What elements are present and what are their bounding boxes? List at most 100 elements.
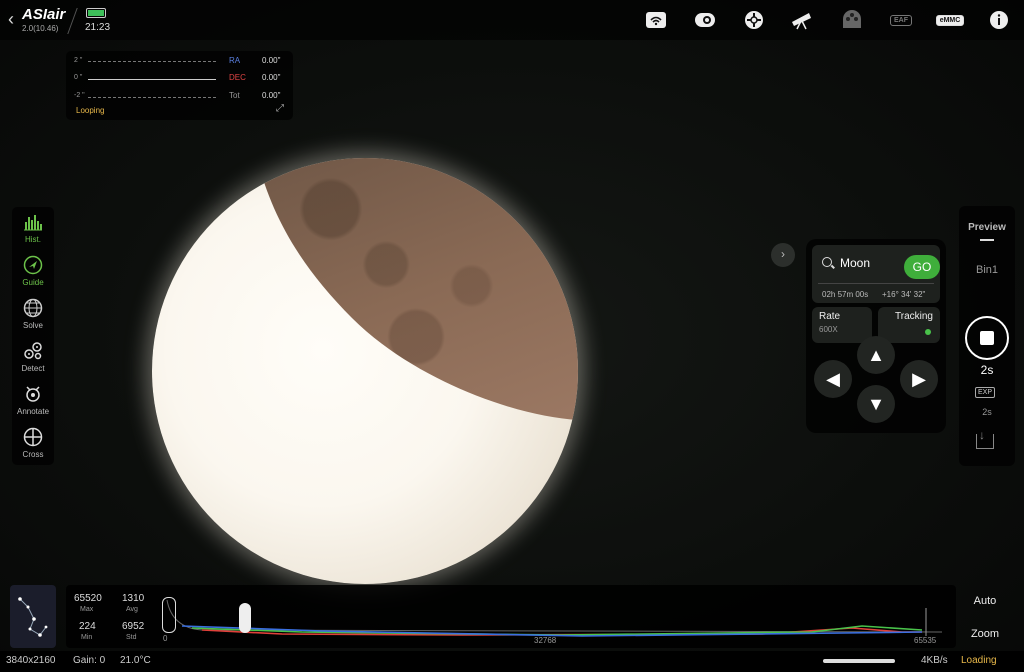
sky-atlas-button[interactable] <box>10 585 56 648</box>
tot-value: 0.00" <box>262 91 281 100</box>
sensor-temperature: 21.0°C <box>120 655 151 666</box>
download-icon[interactable] <box>976 428 994 449</box>
tool-label: Guide <box>22 278 44 287</box>
rate-value: 600X <box>819 325 838 334</box>
target-dec: +16° 34' 32" <box>882 290 926 299</box>
camera-icon[interactable] <box>694 10 716 30</box>
scale-mid: 0 " <box>74 74 83 81</box>
arrow-up-icon: ▲ <box>867 345 885 365</box>
tool-histogram[interactable]: Hist. <box>12 212 54 244</box>
exposure-icon[interactable]: EXP <box>975 387 996 398</box>
left-toolbar: Hist. Guide Solve Detect Annotate Cross <box>12 207 54 465</box>
tool-cross[interactable]: Cross <box>12 427 54 459</box>
mode-indicator <box>980 239 994 241</box>
mode-preview[interactable]: Preview <box>959 222 1015 233</box>
axis-mid: 32768 <box>534 636 557 645</box>
info-icon[interactable] <box>988 10 1010 30</box>
collapse-mount-panel-button[interactable]: › <box>771 243 795 267</box>
filter-wheel-icon[interactable] <box>840 10 864 30</box>
dec-label: DEC <box>229 73 246 82</box>
wifi-icon[interactable] <box>644 10 668 30</box>
arrow-down-icon: ▼ <box>867 394 885 414</box>
gain: Gain: 0 <box>73 655 106 666</box>
axis-high: 65535 <box>914 636 937 645</box>
chevron-right-icon: › <box>781 247 785 261</box>
search-icon <box>822 257 832 267</box>
histogram-icon <box>23 212 43 232</box>
detect-stars-icon <box>23 341 43 361</box>
tracking-status-dot <box>925 329 931 335</box>
max-label: Max <box>80 606 94 613</box>
dec-value: 0.00" <box>262 73 281 82</box>
target-name[interactable]: Moon <box>840 256 870 270</box>
resolution: 3840x2160 <box>6 655 56 666</box>
emmc-label: eMMC <box>935 14 965 26</box>
binning[interactable]: Bin1 <box>959 264 1015 276</box>
ra-value: 0.00" <box>262 56 281 65</box>
exposure-setting: 2s <box>982 407 992 417</box>
eaf-icon[interactable]: EAF <box>889 10 913 30</box>
tool-detect[interactable]: Detect <box>12 341 54 373</box>
tracking-toggle[interactable]: Tracking <box>878 307 940 343</box>
histogram-plot[interactable] <box>162 590 942 640</box>
black-point-slider[interactable] <box>162 597 176 633</box>
target-ra: 02h 57m 00s <box>822 290 869 299</box>
gridline-top <box>88 61 216 62</box>
tool-label: Solve <box>22 321 43 330</box>
app-logo: ASIair <box>22 6 66 23</box>
std-value: 6952 <box>122 621 145 632</box>
zoom-button[interactable]: Zoom <box>956 628 1014 640</box>
battery-icon <box>86 8 106 18</box>
tracking-label: Tracking <box>895 311 933 322</box>
guide-icon <box>23 255 43 275</box>
slew-west-button[interactable]: ◀ <box>814 360 852 398</box>
annotate-icon <box>23 384 43 404</box>
white-point-slider[interactable] <box>239 603 251 633</box>
telescope-icon[interactable] <box>789 10 815 30</box>
divider <box>818 283 934 284</box>
tool-label: Cross <box>22 450 44 459</box>
guide-scope-icon[interactable] <box>743 10 765 30</box>
loading-status: Loading <box>961 655 997 666</box>
gridline-bot <box>88 97 216 98</box>
slew-north-button[interactable]: ▲ <box>857 336 895 374</box>
emmc-icon[interactable]: eMMC <box>935 10 965 30</box>
target-search-box[interactable]: Moon GO 02h 57m 00s +16° 34' 32" <box>812 245 940 303</box>
stop-capture-button[interactable] <box>965 316 1009 360</box>
transfer-speed: 4KB/s <box>921 655 948 666</box>
download-progress-bar <box>823 659 895 663</box>
scale-bot: -2 " <box>74 92 85 99</box>
avg-label: Avg <box>126 606 138 613</box>
expand-icon[interactable]: ⤢ <box>276 103 284 114</box>
app-version: 2.0(10.46) <box>22 24 59 33</box>
goto-button[interactable]: GO <box>904 255 940 279</box>
tool-annotate[interactable]: Annotate <box>12 384 54 416</box>
solve-globe-icon <box>23 298 43 318</box>
back-chevron-icon[interactable]: ‹ <box>8 9 14 30</box>
eaf-label: EAF <box>890 14 912 26</box>
slew-rate-button[interactable]: Rate 600X <box>812 307 872 343</box>
max-value: 65520 <box>74 593 102 604</box>
tool-guide[interactable]: Guide <box>12 255 54 287</box>
divider <box>67 8 78 34</box>
avg-value: 1310 <box>122 593 145 604</box>
top-bar: ‹ ASIair 2.0(10.46) 21:23 EAF eMMC <box>0 0 1024 40</box>
mount-control-panel: Moon GO 02h 57m 00s +16° 34' 32" Rate 60… <box>806 239 946 433</box>
arrow-left-icon: ◀ <box>826 369 840 389</box>
guide-status: Looping <box>76 106 105 115</box>
axis-low: 0 <box>163 634 168 643</box>
tool-label: Detect <box>21 364 45 373</box>
tool-solve[interactable]: Solve <box>12 298 54 330</box>
guide-graph[interactable]: 2 " 0 " -2 " RA 0.00" DEC 0.00" Tot 0.00… <box>66 51 293 120</box>
auto-stretch-button[interactable]: Auto <box>956 595 1014 607</box>
tool-label: Hist. <box>25 235 41 244</box>
min-label: Min <box>81 634 93 641</box>
tool-label: Annotate <box>16 407 50 416</box>
min-value: 224 <box>79 621 96 632</box>
clock: 21:23 <box>85 22 111 33</box>
slew-south-button[interactable]: ▼ <box>857 385 895 423</box>
rate-label: Rate <box>819 311 841 322</box>
capture-panel: Preview Bin1 2s EXP 2s <box>959 206 1015 466</box>
slew-east-button[interactable]: ▶ <box>900 360 938 398</box>
moon-image <box>152 158 578 584</box>
